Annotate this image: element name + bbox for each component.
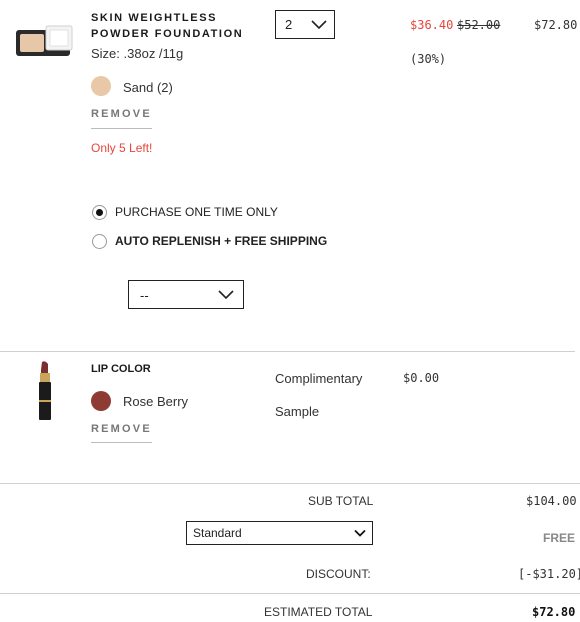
chevron-down-icon [218, 290, 234, 300]
sample-price: $0.00 [403, 371, 440, 385]
subtotal-value: $104.00 [526, 494, 577, 508]
remove-underline [91, 442, 152, 443]
radio-auto-replenish[interactable] [92, 234, 107, 249]
item-divider [0, 351, 575, 352]
product-size: Size: .38oz /11g [91, 46, 184, 61]
estimated-total-label: ESTIMATED TOTAL [264, 605, 373, 619]
product-name[interactable]: SKIN WEIGHTLESS POWDER FOUNDATION [91, 10, 243, 42]
sample-label: Sample [275, 404, 320, 419]
shade-name: Sand (2) [123, 80, 173, 95]
discount-percent: (30%) [410, 52, 447, 66]
product-name-line2: POWDER FOUNDATION [91, 28, 244, 40]
product-image-foundation[interactable] [14, 24, 74, 58]
quantity-select[interactable]: 2 [275, 10, 335, 39]
shipping-value: FREE [543, 531, 576, 545]
shade-name: Rose Berry [123, 394, 189, 409]
shipping-method-value: Standard [193, 526, 242, 540]
product-name[interactable]: LIP COLOR [91, 363, 151, 375]
replenish-frequency-select[interactable]: -- [128, 280, 244, 309]
subtotal-label: SUB TOTAL [308, 494, 374, 508]
product-image-lipstick[interactable] [34, 360, 56, 422]
product-name-line1: SKIN WEIGHTLESS [91, 12, 218, 24]
shipping-method-select[interactable]: Standard [186, 521, 373, 545]
one-time-label: PURCHASE ONE TIME ONLY [115, 205, 278, 219]
discount-label: DISCOUNT: [306, 567, 371, 581]
chevron-down-icon [311, 20, 327, 30]
remove-button[interactable]: REMOVE [91, 423, 152, 435]
estimated-total-value: $72.80 [532, 605, 576, 619]
remove-button[interactable]: REMOVE [91, 108, 152, 120]
frequency-value: -- [140, 288, 149, 303]
auto-replenish-label: AUTO REPLENISH + FREE SHIPPING [115, 234, 328, 248]
stock-note: Only 5 Left! [91, 141, 153, 155]
remove-underline [91, 128, 152, 129]
quantity-value: 2 [285, 17, 293, 32]
original-price: $52.00 [457, 18, 501, 32]
summary-divider [0, 483, 580, 484]
sale-price: $36.40 [410, 18, 454, 32]
discount-value: [-$31.20] [518, 567, 580, 581]
shade-swatch [91, 391, 111, 411]
complimentary-label: Complimentary [275, 371, 363, 386]
total-divider [0, 593, 580, 594]
line-total: $72.80 [534, 18, 578, 32]
chevron-down-icon [354, 529, 366, 537]
shade-swatch [91, 76, 111, 96]
radio-one-time[interactable] [92, 205, 107, 220]
